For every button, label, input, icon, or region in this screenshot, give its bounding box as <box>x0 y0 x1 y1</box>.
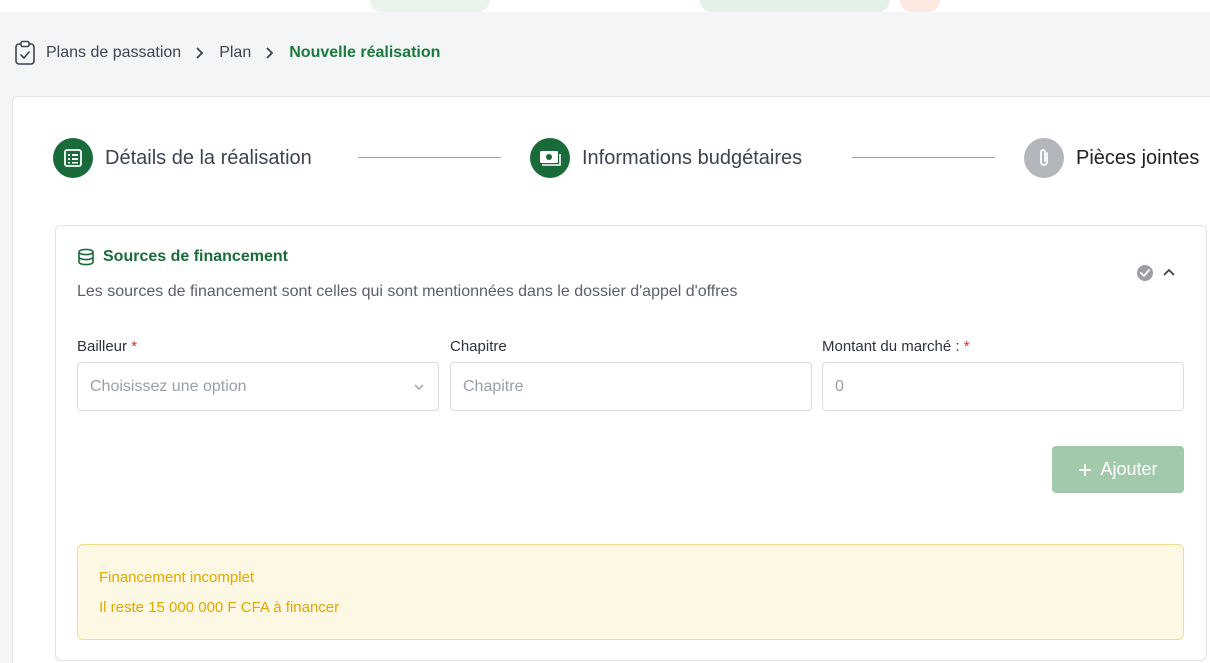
alert-title: Financement incomplet <box>99 569 255 586</box>
plus-icon <box>1078 463 1092 477</box>
step-label: Pièces jointes <box>1076 146 1200 169</box>
bailleur-select-value: Choisissez une option <box>90 377 247 395</box>
breadcrumb-plans-link[interactable]: Plans de passation <box>46 44 181 62</box>
panel-subtitle: Les sources de financement sont celles q… <box>77 283 738 300</box>
panel-title: Sources de financement <box>77 248 288 266</box>
financing-alert: Financement incomplet Il reste 15 000 00… <box>77 544 1184 640</box>
chevron-right-icon <box>263 46 277 60</box>
required-mark: * <box>131 338 138 355</box>
chapitre-label: Chapitre <box>450 338 507 355</box>
chevron-down-icon <box>412 380 426 394</box>
panel-actions <box>1136 264 1176 282</box>
required-mark: * <box>963 338 970 355</box>
bailleur-select[interactable]: Choisissez une option <box>77 362 439 411</box>
database-icon <box>77 248 95 266</box>
top-decoration <box>0 0 1210 12</box>
stepper: Détails de la réalisation Informations b… <box>53 136 1210 180</box>
decoration-shape <box>370 0 490 12</box>
step-label: Détails de la réalisation <box>105 146 312 169</box>
panel-title-text: Sources de financement <box>103 248 288 265</box>
step-connector <box>358 157 501 158</box>
step-details[interactable]: Détails de la réalisation <box>53 136 312 180</box>
alert-text: Il reste 15 000 000 F CFA à financer <box>99 599 340 616</box>
montant-input[interactable] <box>835 377 1171 396</box>
add-button-label: Ajouter <box>1100 459 1158 479</box>
decoration-shape <box>900 0 940 12</box>
step-budget[interactable]: Informations budgétaires <box>530 136 802 180</box>
breadcrumb: Plans de passation Plan Nouvelle réalisa… <box>14 40 440 66</box>
step-attachments[interactable]: Pièces jointes <box>1024 136 1199 180</box>
list-icon <box>53 138 93 178</box>
bailleur-label-text: Bailleur <box>77 338 128 355</box>
chevron-right-icon <box>193 46 207 60</box>
step-connector <box>852 157 995 158</box>
bailleur-label: Bailleur * <box>77 338 137 355</box>
breadcrumb-current: Nouvelle réalisation <box>289 44 441 61</box>
montant-label: Montant du marché : * <box>822 338 970 355</box>
check-circle-icon <box>1136 264 1154 282</box>
chapitre-field[interactable] <box>450 362 812 411</box>
money-icon <box>530 138 570 178</box>
montant-label-text: Montant du marché : <box>822 338 960 355</box>
chevron-up-icon[interactable] <box>1162 266 1176 280</box>
clipboard-check-icon <box>14 40 36 66</box>
decoration-shape <box>700 0 890 12</box>
montant-field[interactable] <box>822 362 1184 411</box>
paperclip-icon <box>1024 138 1064 178</box>
chapitre-input[interactable] <box>463 377 799 396</box>
breadcrumb-plan-link[interactable]: Plan <box>219 44 251 62</box>
add-button[interactable]: Ajouter <box>1052 446 1184 493</box>
step-label: Informations budgétaires <box>582 146 803 169</box>
